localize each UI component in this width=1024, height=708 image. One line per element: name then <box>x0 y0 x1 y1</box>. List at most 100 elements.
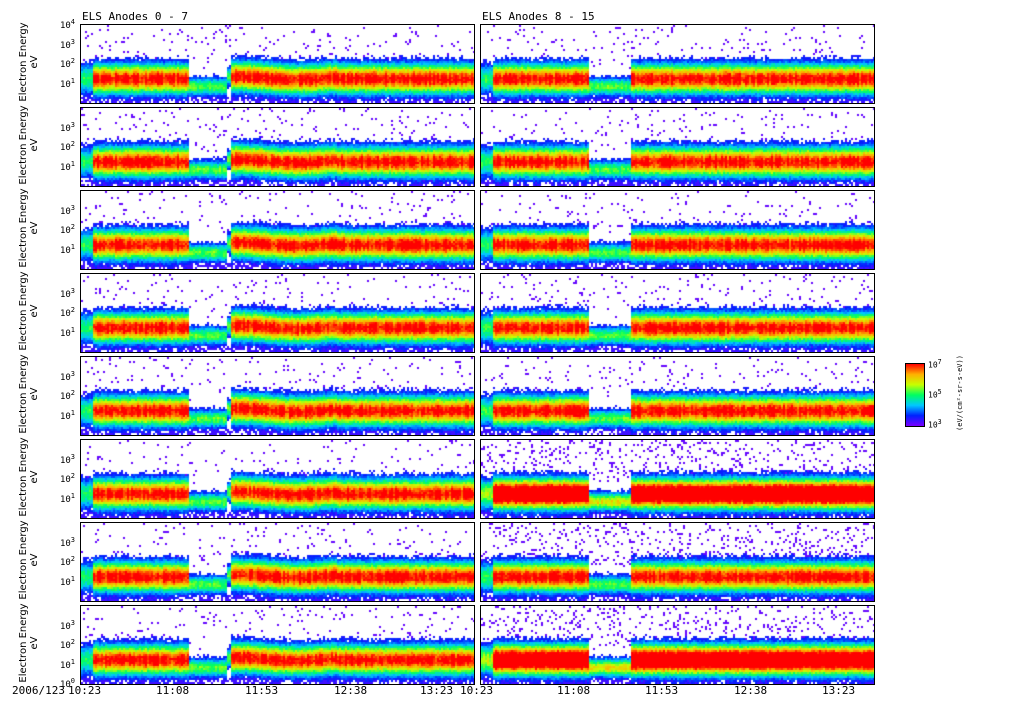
spectrogram-panel-0 <box>80 24 475 104</box>
y-tick-label: 103 <box>59 618 75 632</box>
column-title-left: ELS Anodes 0 - 7 <box>82 10 188 23</box>
y-tick-label: 101 <box>59 574 75 588</box>
spectrogram-image <box>81 357 474 435</box>
spectrogram-panel-1 <box>80 107 475 187</box>
spectrogram-image <box>81 523 474 601</box>
spectrogram-image <box>481 357 874 435</box>
y-axis-unit: eV <box>29 470 40 484</box>
spectrogram-panel-5 <box>80 439 475 519</box>
y-tick-label: 102 <box>59 638 75 651</box>
colorbar-label: (eV/(cm²-sr-s-eV)) <box>956 355 964 431</box>
y-axis-label: Electron Energy eV <box>18 188 48 268</box>
spectrogram-panel-11 <box>480 273 875 353</box>
y-tick-label: 103 <box>59 203 75 217</box>
spectrogram-image <box>81 108 474 186</box>
spectrogram-panel-9 <box>480 107 875 187</box>
spectrogram-image <box>481 606 874 684</box>
x-tick-label: 11:08 <box>557 684 591 697</box>
y-axis-title: Electron Energy <box>18 520 29 600</box>
y-tick-label: 103 <box>59 286 75 300</box>
y-axis-unit: eV <box>29 636 40 650</box>
spectrogram-image <box>481 25 874 103</box>
spectrogram-panel-10 <box>480 190 875 270</box>
y-axis-unit: eV <box>29 138 40 152</box>
spectrogram-image <box>481 440 874 518</box>
spectrogram-panel-8 <box>480 24 875 104</box>
y-tick-label: 102 <box>59 57 75 70</box>
spectrogram-image <box>81 25 474 103</box>
x-tick-label: 13:23 <box>822 684 856 697</box>
spectrogram-panel-13 <box>480 439 875 519</box>
y-tick-label: 102 <box>59 555 75 568</box>
y-axis-label: Electron Energy eV <box>18 354 48 434</box>
date-label: 2006/123 <box>12 684 65 697</box>
x-tick-label: 13:23 <box>420 684 454 697</box>
spectrogram-image <box>481 274 874 352</box>
y-axis-title: Electron Energy <box>18 105 29 185</box>
spectrogram-image <box>481 523 874 601</box>
y-axis-title: Electron Energy <box>18 603 29 683</box>
x-tick-label: 12:38 <box>334 684 368 697</box>
spectrogram-image <box>481 108 874 186</box>
y-axis-title: Electron Energy <box>18 22 29 102</box>
spectrogram-panel-12 <box>480 356 875 436</box>
y-axis-title: Electron Energy <box>18 354 29 434</box>
y-axis-label: Electron Energy eV <box>18 105 48 185</box>
spectrogram-panel-6 <box>80 522 475 602</box>
y-tick-label: 101 <box>59 242 75 256</box>
y-tick-label: 102 <box>59 223 75 236</box>
spectrogram-panel-4 <box>80 356 475 436</box>
y-axis-title: Electron Energy <box>18 188 29 268</box>
spectrogram-panel-7 <box>80 605 475 685</box>
spectrogram-panel-14 <box>480 522 875 602</box>
x-tick-label: 11:08 <box>156 684 190 697</box>
y-axis-unit: eV <box>29 55 40 69</box>
y-tick-label: 102 <box>59 389 75 402</box>
x-tick-label: 12:38 <box>734 684 768 697</box>
x-tick-label: 11:53 <box>645 684 679 697</box>
spectrogram-image <box>81 606 474 684</box>
y-tick-label: 101 <box>59 657 75 671</box>
colorbar-tick: 105 <box>928 388 942 400</box>
y-tick-label: 101 <box>59 159 75 173</box>
spectrogram-image <box>81 274 474 352</box>
x-tick-label: 10:23 <box>68 684 102 697</box>
y-axis-unit: eV <box>29 221 40 235</box>
y-axis-label: Electron Energy eV <box>18 22 48 102</box>
spectrogram-image <box>81 191 474 269</box>
x-tick-label: 11:53 <box>245 684 279 697</box>
colorbar-tick: 107 <box>928 358 942 370</box>
y-tick-label: 101 <box>59 325 75 339</box>
y-axis-unit: eV <box>29 304 40 318</box>
spectrogram-panel-2 <box>80 190 475 270</box>
y-tick-label: 103 <box>59 120 75 134</box>
x-tick-label: 10:23 <box>460 684 494 697</box>
y-tick-label: 103 <box>59 452 75 466</box>
spectrogram-image <box>481 191 874 269</box>
colorbar <box>905 363 925 427</box>
spectrogram-figure: ELS Anodes 0 - 7 ELS Anodes 8 - 15 Elect… <box>0 0 1024 708</box>
y-axis-title: Electron Energy <box>18 271 29 351</box>
colorbar-tick: 103 <box>928 418 942 430</box>
y-tick-label: 101 <box>59 408 75 422</box>
y-tick-label: 102 <box>59 306 75 319</box>
y-tick-label: 103 <box>59 535 75 549</box>
y-tick-label: 102 <box>59 472 75 485</box>
y-tick-label: 101 <box>59 76 75 90</box>
y-tick-label: 101 <box>59 491 75 505</box>
spectrogram-panel-15 <box>480 605 875 685</box>
y-axis-label: Electron Energy eV <box>18 603 48 683</box>
y-axis-unit: eV <box>29 387 40 401</box>
spectrogram-image <box>81 440 474 518</box>
y-axis-label: Electron Energy eV <box>18 271 48 351</box>
y-axis-unit: eV <box>29 553 40 567</box>
spectrogram-panel-3 <box>80 273 475 353</box>
y-axis-title: Electron Energy <box>18 437 29 517</box>
y-axis-label: Electron Energy eV <box>18 437 48 517</box>
y-tick-label: 103 <box>59 369 75 383</box>
y-tick-label: 102 <box>59 140 75 153</box>
y-tick-label: 103 <box>59 37 75 51</box>
y-tick-label: 104 <box>59 18 75 31</box>
column-title-right: ELS Anodes 8 - 15 <box>482 10 595 23</box>
y-axis-label: Electron Energy eV <box>18 520 48 600</box>
